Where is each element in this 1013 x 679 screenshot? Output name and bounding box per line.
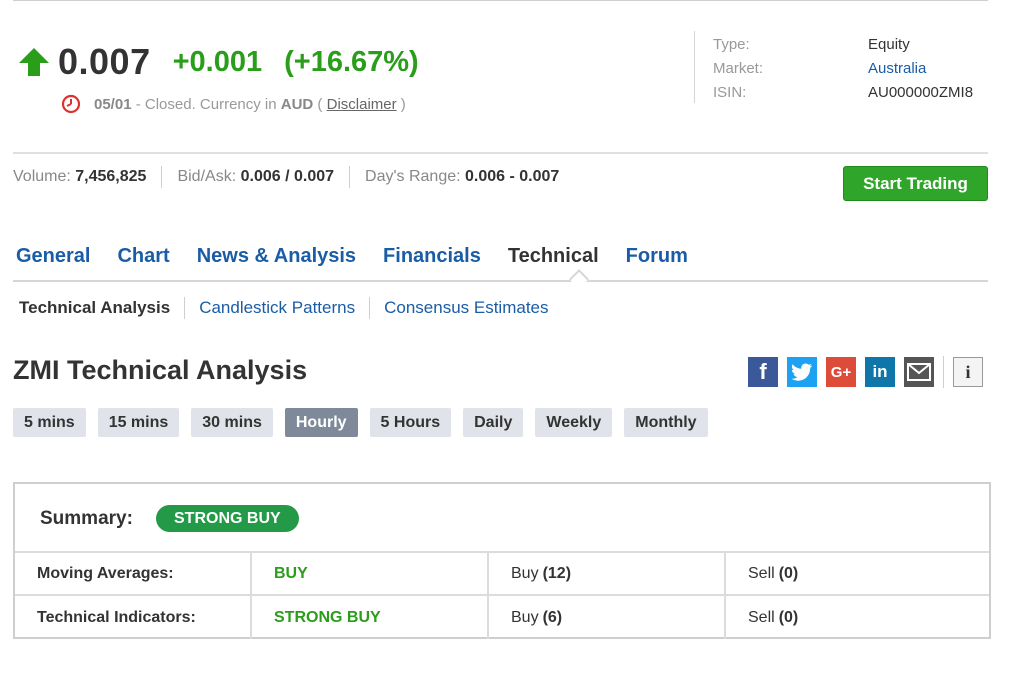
row-signal: STRONG BUY <box>252 596 489 639</box>
timeframe-monthly[interactable]: Monthly <box>624 408 708 437</box>
stat-separator <box>349 166 351 188</box>
market-status: 05/01 - Closed. Currency in AUD ( Discla… <box>61 94 406 114</box>
currency: AUD <box>280 95 314 113</box>
meta-market-link[interactable]: Australia <box>868 57 926 81</box>
sell-label: Sell <box>748 608 775 626</box>
linkedin-icon[interactable]: in <box>865 357 895 387</box>
start-trading-button[interactable]: Start Trading <box>843 166 988 201</box>
volume-label: Volume: <box>13 168 76 185</box>
price-block: 0.007 +0.001 (+16.67%) <box>18 40 419 84</box>
page-title: ZMI Technical Analysis <box>13 355 308 385</box>
row-buy-count: Buy (6) <box>489 596 726 639</box>
envelope-glyph <box>907 363 931 381</box>
social-share-bar: f G+ in i <box>748 356 983 388</box>
disclaimer-link[interactable]: Disclaimer <box>327 96 397 113</box>
page: 0.007 +0.001 (+16.67%) 05/01 - Closed. C… <box>0 0 1013 679</box>
buy-label: Buy <box>511 564 539 582</box>
row-name: Moving Averages: <box>15 553 252 594</box>
sell-count: (0) <box>778 608 799 626</box>
active-tab-caret <box>569 269 589 289</box>
last-price: 0.007 <box>58 41 151 82</box>
day-range-value: 0.006 - 0.007 <box>465 168 560 185</box>
buy-count: (6) <box>542 608 563 626</box>
paren-close: ) <box>396 95 406 113</box>
twitter-icon[interactable] <box>787 357 817 387</box>
google-plus-icon[interactable]: G+ <box>826 357 856 387</box>
row-sell-count: Sell (0) <box>726 596 989 639</box>
tab-financials[interactable]: Financials <box>383 245 481 268</box>
timeframe-5-hours[interactable]: 5 Hours <box>369 408 452 437</box>
paren-open: ( <box>313 95 327 113</box>
summary-badge: STRONG BUY <box>156 505 299 532</box>
sell-count: (0) <box>778 564 799 582</box>
meta-row-isin: ISIN: AU000000ZMI8 <box>713 81 973 105</box>
bidask-label: Bid/Ask: <box>177 168 241 185</box>
summary-label: Summary: <box>40 508 133 529</box>
row-buy-count: Buy (12) <box>489 553 726 594</box>
timeframe-15-mins[interactable]: 15 mins <box>97 408 180 437</box>
quote-stats: Volume: 7,456,825 Bid/Ask: 0.006 / 0.007… <box>13 166 559 188</box>
subtab-technical-analysis[interactable]: Technical Analysis <box>19 298 170 318</box>
table-row: Technical Indicators: STRONG BUY Buy (6)… <box>15 596 989 639</box>
subtab-separator <box>184 297 186 319</box>
buy-count: (12) <box>542 564 572 582</box>
meta-divider <box>694 31 695 103</box>
stat-separator <box>161 166 163 188</box>
tab-technical[interactable]: Technical <box>508 245 599 268</box>
meta-row-market: Market: Australia <box>713 57 973 81</box>
tab-forum[interactable]: Forum <box>626 245 688 268</box>
status-text: - Closed. Currency in <box>131 95 281 113</box>
technical-summary-panel: Summary: STRONG BUY Moving Averages: BUY… <box>13 482 991 639</box>
price-change: +0.001 <box>172 45 263 78</box>
row-sell-count: Sell (0) <box>726 553 989 594</box>
tabs-divider <box>13 280 988 282</box>
email-icon[interactable] <box>904 357 934 387</box>
twitter-bird-glyph <box>791 363 812 381</box>
row-name: Technical Indicators: <box>15 596 252 639</box>
row-signal: BUY <box>252 553 489 594</box>
table-row: Moving Averages: BUY Buy (12) Sell (0) <box>15 553 989 596</box>
tab-news-analysis[interactable]: News & Analysis <box>197 245 356 268</box>
sub-tabs: Technical Analysis Candlestick Patterns … <box>19 297 549 319</box>
meta-type-value: Equity <box>868 36 910 53</box>
subtab-consensus-estimates[interactable]: Consensus Estimates <box>384 298 548 318</box>
meta-isin-value: AU000000ZMI8 <box>868 84 974 101</box>
info-icon[interactable]: i <box>953 357 983 387</box>
section-divider <box>13 152 988 154</box>
subtab-separator <box>369 297 371 319</box>
top-divider <box>13 0 988 1</box>
social-separator <box>943 356 944 388</box>
price-change-percent: (+16.67%) <box>284 45 419 78</box>
arrow-up-icon <box>19 48 49 76</box>
timeframe-weekly[interactable]: Weekly <box>535 408 613 437</box>
day-range-label: Day's Range: <box>365 168 466 185</box>
timeframe-hourly[interactable]: Hourly <box>284 408 358 437</box>
timeframe-daily[interactable]: Daily <box>463 408 524 437</box>
timeframe-30-mins[interactable]: 30 mins <box>191 408 273 437</box>
buy-label: Buy <box>511 608 539 626</box>
tab-chart[interactable]: Chart <box>117 245 169 268</box>
meta-row-type: Type: Equity <box>713 33 973 57</box>
summary-row: Summary: STRONG BUY <box>15 484 989 553</box>
subtab-candlestick-patterns[interactable]: Candlestick Patterns <box>199 298 355 318</box>
main-tabs: General Chart News & Analysis Financials… <box>16 245 715 268</box>
volume-value: 7,456,825 <box>75 168 147 185</box>
meta-isin-label: ISIN: <box>713 84 747 101</box>
meta-market-label: Market: <box>713 60 764 77</box>
instrument-meta: Type: Equity Market: Australia ISIN: AU0… <box>713 33 973 105</box>
timeframe-selector: 5 mins 15 mins 30 mins Hourly 5 Hours Da… <box>13 408 720 437</box>
facebook-icon[interactable]: f <box>748 357 778 387</box>
timeframe-5-mins[interactable]: 5 mins <box>13 408 86 437</box>
clock-icon <box>61 94 81 114</box>
tab-general[interactable]: General <box>16 245 90 268</box>
sell-label: Sell <box>748 564 775 582</box>
bidask-value: 0.006 / 0.007 <box>240 168 335 185</box>
status-date: 05/01 <box>94 95 132 113</box>
meta-type-label: Type: <box>713 36 750 53</box>
